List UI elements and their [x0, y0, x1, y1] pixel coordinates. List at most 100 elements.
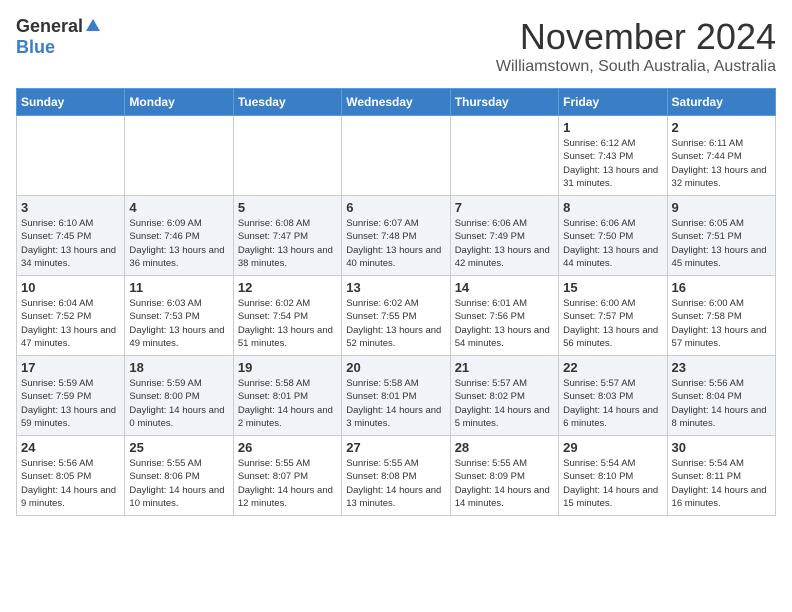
col-header-tuesday: Tuesday: [233, 89, 341, 116]
day-number: 18: [129, 360, 228, 375]
day-cell: 29 Sunrise: 5:54 AMSunset: 8:10 PMDayligh…: [559, 436, 667, 516]
day-info: Sunrise: 6:07 AMSunset: 7:48 PMDaylight:…: [346, 217, 445, 270]
day-cell: 22 Sunrise: 5:57 AMSunset: 8:03 PMDayligh…: [559, 356, 667, 436]
day-number: 2: [672, 120, 771, 135]
day-number: 23: [672, 360, 771, 375]
day-number: 22: [563, 360, 662, 375]
day-number: 17: [21, 360, 120, 375]
day-info: Sunrise: 5:54 AMSunset: 8:10 PMDaylight:…: [563, 457, 662, 510]
day-cell: 10 Sunrise: 6:04 AMSunset: 7:52 PMDayligh…: [17, 276, 125, 356]
day-info: Sunrise: 6:10 AMSunset: 7:45 PMDaylight:…: [21, 217, 120, 270]
day-info: Sunrise: 5:59 AMSunset: 7:59 PMDaylight:…: [21, 377, 120, 430]
day-number: 20: [346, 360, 445, 375]
logo-blue-text: Blue: [16, 37, 55, 58]
day-cell: 9 Sunrise: 6:05 AMSunset: 7:51 PMDaylight…: [667, 196, 775, 276]
day-cell: 3 Sunrise: 6:10 AMSunset: 7:45 PMDaylight…: [17, 196, 125, 276]
week-row-3: 10 Sunrise: 6:04 AMSunset: 7:52 PMDayligh…: [17, 276, 776, 356]
day-cell: 8 Sunrise: 6:06 AMSunset: 7:50 PMDaylight…: [559, 196, 667, 276]
day-cell: 6 Sunrise: 6:07 AMSunset: 7:48 PMDaylight…: [342, 196, 450, 276]
day-info: Sunrise: 6:04 AMSunset: 7:52 PMDaylight:…: [21, 297, 120, 350]
day-cell: 28 Sunrise: 5:55 AMSunset: 8:09 PMDayligh…: [450, 436, 558, 516]
logo: General Blue: [16, 16, 102, 58]
day-number: 21: [455, 360, 554, 375]
day-cell: 7 Sunrise: 6:06 AMSunset: 7:49 PMDaylight…: [450, 196, 558, 276]
day-number: 27: [346, 440, 445, 455]
logo-general-text: General: [16, 16, 83, 37]
title-block: November 2024 Williamstown, South Austra…: [496, 16, 776, 76]
day-info: Sunrise: 6:02 AMSunset: 7:55 PMDaylight:…: [346, 297, 445, 350]
day-cell: 18 Sunrise: 5:59 AMSunset: 8:00 PMDayligh…: [125, 356, 233, 436]
day-info: Sunrise: 5:58 AMSunset: 8:01 PMDaylight:…: [238, 377, 337, 430]
day-number: 7: [455, 200, 554, 215]
day-number: 24: [21, 440, 120, 455]
day-info: Sunrise: 5:57 AMSunset: 8:03 PMDaylight:…: [563, 377, 662, 430]
day-info: Sunrise: 6:03 AMSunset: 7:53 PMDaylight:…: [129, 297, 228, 350]
logo-icon: [84, 17, 102, 35]
day-cell: 30Sunrise: 5:54 AMSunset: 8:11 PMDayligh…: [667, 436, 775, 516]
day-info: Sunrise: 5:55 AMSunset: 8:06 PMDaylight:…: [129, 457, 228, 510]
day-info: Sunrise: 6:06 AMSunset: 7:49 PMDaylight:…: [455, 217, 554, 270]
day-info: Sunrise: 6:00 AMSunset: 7:58 PMDaylight:…: [672, 297, 771, 350]
day-number: 26: [238, 440, 337, 455]
day-number: 12: [238, 280, 337, 295]
day-cell: 15 Sunrise: 6:00 AMSunset: 7:57 PMDayligh…: [559, 276, 667, 356]
col-header-monday: Monday: [125, 89, 233, 116]
day-number: 1: [563, 120, 662, 135]
day-info: Sunrise: 6:08 AMSunset: 7:47 PMDaylight:…: [238, 217, 337, 270]
day-number: 19: [238, 360, 337, 375]
day-number: 14: [455, 280, 554, 295]
week-row-1: 1 Sunrise: 6:12 AMSunset: 7:43 PMDaylight…: [17, 116, 776, 196]
day-info: Sunrise: 6:11 AMSunset: 7:44 PMDaylight:…: [672, 137, 771, 190]
day-cell: 1 Sunrise: 6:12 AMSunset: 7:43 PMDaylight…: [559, 116, 667, 196]
day-cell: 16 Sunrise: 6:00 AMSunset: 7:58 PMDayligh…: [667, 276, 775, 356]
day-info: Sunrise: 6:05 AMSunset: 7:51 PMDaylight:…: [672, 217, 771, 270]
day-info: Sunrise: 6:01 AMSunset: 7:56 PMDaylight:…: [455, 297, 554, 350]
day-cell: 4Sunrise: 6:09 AMSunset: 7:46 PMDaylight…: [125, 196, 233, 276]
day-cell: 25Sunrise: 5:55 AMSunset: 8:06 PMDayligh…: [125, 436, 233, 516]
day-info: Sunrise: 6:00 AMSunset: 7:57 PMDaylight:…: [563, 297, 662, 350]
day-cell: [125, 116, 233, 196]
day-cell: 23 Sunrise: 5:56 AMSunset: 8:04 PMDayligh…: [667, 356, 775, 436]
day-cell: 20 Sunrise: 5:58 AMSunset: 8:01 PMDayligh…: [342, 356, 450, 436]
week-row-5: 24Sunrise: 5:56 AMSunset: 8:05 PMDayligh…: [17, 436, 776, 516]
day-info: Sunrise: 6:02 AMSunset: 7:54 PMDaylight:…: [238, 297, 337, 350]
day-info: Sunrise: 6:06 AMSunset: 7:50 PMDaylight:…: [563, 217, 662, 270]
col-header-wednesday: Wednesday: [342, 89, 450, 116]
col-header-thursday: Thursday: [450, 89, 558, 116]
day-cell: 13Sunrise: 6:02 AMSunset: 7:55 PMDayligh…: [342, 276, 450, 356]
day-number: 10: [21, 280, 120, 295]
day-info: Sunrise: 5:58 AMSunset: 8:01 PMDaylight:…: [346, 377, 445, 430]
day-info: Sunrise: 5:55 AMSunset: 8:07 PMDaylight:…: [238, 457, 337, 510]
day-cell: 2 Sunrise: 6:11 AMSunset: 7:44 PMDaylight…: [667, 116, 775, 196]
header-row: SundayMondayTuesdayWednesdayThursdayFrid…: [17, 89, 776, 116]
day-cell: 26 Sunrise: 5:55 AMSunset: 8:07 PMDayligh…: [233, 436, 341, 516]
day-cell: [233, 116, 341, 196]
day-number: 15: [563, 280, 662, 295]
day-number: 28: [455, 440, 554, 455]
day-number: 16: [672, 280, 771, 295]
day-info: Sunrise: 5:56 AMSunset: 8:04 PMDaylight:…: [672, 377, 771, 430]
day-info: Sunrise: 5:55 AMSunset: 8:09 PMDaylight:…: [455, 457, 554, 510]
day-number: 9: [672, 200, 771, 215]
day-cell: 17 Sunrise: 5:59 AMSunset: 7:59 PMDayligh…: [17, 356, 125, 436]
month-title: November 2024: [496, 16, 776, 58]
day-number: 3: [21, 200, 120, 215]
day-cell: [450, 116, 558, 196]
day-cell: 14 Sunrise: 6:01 AMSunset: 7:56 PMDayligh…: [450, 276, 558, 356]
day-info: Sunrise: 6:12 AMSunset: 7:43 PMDaylight:…: [563, 137, 662, 190]
day-cell: 11Sunrise: 6:03 AMSunset: 7:53 PMDayligh…: [125, 276, 233, 356]
day-number: 8: [563, 200, 662, 215]
day-number: 6: [346, 200, 445, 215]
col-header-saturday: Saturday: [667, 89, 775, 116]
day-cell: 5 Sunrise: 6:08 AMSunset: 7:47 PMDaylight…: [233, 196, 341, 276]
day-number: 29: [563, 440, 662, 455]
day-cell: 24Sunrise: 5:56 AMSunset: 8:05 PMDayligh…: [17, 436, 125, 516]
day-number: 4: [129, 200, 228, 215]
day-number: 30: [672, 440, 771, 455]
day-info: Sunrise: 5:57 AMSunset: 8:02 PMDaylight:…: [455, 377, 554, 430]
day-number: 5: [238, 200, 337, 215]
week-row-2: 3 Sunrise: 6:10 AMSunset: 7:45 PMDaylight…: [17, 196, 776, 276]
day-info: Sunrise: 5:59 AMSunset: 8:00 PMDaylight:…: [129, 377, 228, 430]
page-header: General Blue November 2024 Williamstown,…: [16, 16, 776, 76]
day-cell: [17, 116, 125, 196]
